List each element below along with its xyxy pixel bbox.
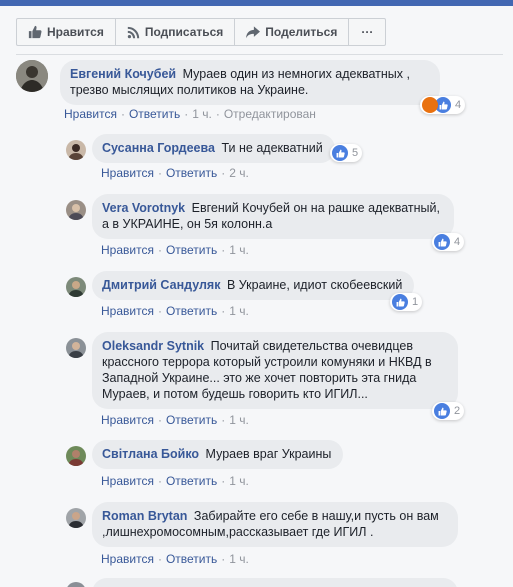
author-name[interactable]: Евгений Кочубей	[70, 67, 176, 81]
like-reaction-icon	[392, 294, 408, 310]
like-link[interactable]: Нравится	[101, 304, 154, 318]
edited-label[interactable]: Отредактирован	[224, 107, 316, 121]
author-name[interactable]: Дмитрий Сандуляк	[102, 278, 220, 292]
comment-meta: Нравится · Ответить · 1 ч.	[101, 474, 249, 488]
comment-meta: Нравится · Ответить · 1 ч.	[101, 413, 249, 427]
reaction-counter[interactable]: 5	[330, 144, 363, 162]
timestamp[interactable]: 1 ч.	[229, 243, 249, 257]
comment-bubble: Евгений Кочубей Мураев один из немногих …	[60, 60, 440, 105]
like-link[interactable]: Нравится	[101, 243, 154, 257]
reaction-counter[interactable]: 2	[432, 402, 465, 420]
comment-text: Ти не адекватний	[221, 141, 323, 155]
comment: Світлана Бойко Мураев враг Украины	[66, 440, 344, 469]
thumbs-up-icon	[28, 25, 42, 39]
reply-link[interactable]: Ответить	[166, 413, 217, 427]
avatar[interactable]	[66, 277, 86, 297]
share-label: Поделиться	[265, 25, 338, 39]
timestamp[interactable]: 1 ч.	[229, 474, 249, 488]
reply-link[interactable]: Ответить	[166, 474, 217, 488]
author-name[interactable]: Vera Vorotnyk	[102, 201, 185, 215]
author-name[interactable]: Сусанна Гордеева	[102, 141, 215, 155]
comment: Roman Brytan Забирайте его себе в нашу,и…	[66, 502, 458, 547]
comment-bubble: Vera Vorotnyk Евгений Кочубей он на рашк…	[92, 194, 454, 239]
reply-link[interactable]: Ответить	[166, 166, 217, 180]
comment-meta: Нравится · Ответить · 1 ч.	[101, 304, 249, 318]
rss-icon	[127, 26, 140, 38]
like-button[interactable]: Нравится	[17, 19, 116, 45]
like-link[interactable]: Нравится	[101, 474, 154, 488]
comment: Oleksandr Sytnik Почитай свидетельства о…	[66, 332, 458, 409]
reply-link[interactable]: Ответить	[166, 552, 217, 566]
angry-reaction-icon	[422, 97, 438, 113]
comment-text: Мураев враг Украины	[205, 447, 332, 461]
reaction-count: 5	[352, 147, 359, 159]
reply-link[interactable]: Ответить	[166, 304, 217, 318]
timestamp[interactable]: 2 ч.	[229, 166, 249, 180]
comment-meta: Нравится · Ответить · 1 ч.	[101, 243, 249, 257]
comment-bubble	[92, 578, 458, 587]
like-reaction-icon	[332, 145, 348, 161]
comment: Vera Vorotnyk Евгений Кочубей он на рашк…	[66, 194, 454, 239]
comment-bubble: Сусанна Гордеева Ти не адекватний	[92, 134, 335, 163]
like-reaction-icon	[434, 234, 450, 250]
comment-text: В Украине, идиот скобеевский	[226, 278, 403, 292]
comment-bubble: Roman Brytan Забирайте его себе в нашу,и…	[92, 502, 458, 547]
reaction-counter[interactable]: 4	[432, 233, 465, 251]
reply-link[interactable]: Ответить	[166, 243, 217, 257]
more-dots-icon: ···	[361, 25, 374, 39]
subscribe-button[interactable]: Подписаться	[116, 19, 236, 45]
author-name[interactable]: Roman Brytan	[102, 509, 187, 523]
comment-meta: Нравится · Ответить · 2 ч.	[101, 166, 249, 180]
share-arrow-icon	[246, 25, 261, 38]
timestamp[interactable]: 1 ч.	[229, 552, 249, 566]
comment-bubble: Світлана Бойко Мураев враг Украины	[92, 440, 344, 469]
subscribe-label: Подписаться	[144, 25, 224, 39]
comment-bubble: Дмитрий Сандуляк В Украине, идиот скобее…	[92, 271, 415, 300]
like-link[interactable]: Нравится	[101, 413, 154, 427]
like-link[interactable]: Нравится	[64, 107, 117, 121]
avatar[interactable]	[66, 446, 86, 466]
avatar[interactable]	[66, 140, 86, 160]
post-action-bar: Нравится Подписаться Поделиться ···	[16, 18, 387, 46]
avatar[interactable]	[66, 508, 86, 528]
reaction-count: 4	[455, 99, 462, 111]
more-options-button[interactable]: ···	[349, 19, 385, 45]
top-bar	[0, 0, 513, 6]
comment: Сусанна Гордеева Ти не адекватний	[66, 134, 335, 163]
reaction-counter[interactable]: 4	[420, 96, 466, 114]
reaction-count: 2	[454, 405, 461, 417]
reply-link[interactable]: Ответить	[129, 107, 180, 121]
reaction-counter[interactable]: 1	[390, 293, 423, 311]
like-link[interactable]: Нравится	[101, 166, 154, 180]
comment: Евгений Кочубей Мураев один из немногих …	[16, 60, 440, 105]
comment-bubble: Oleksandr Sytnik Почитай свидетельства о…	[92, 332, 458, 409]
share-button[interactable]: Поделиться	[235, 19, 350, 45]
divider	[16, 54, 503, 55]
avatar[interactable]	[16, 60, 48, 92]
avatar[interactable]	[66, 582, 86, 587]
comment-meta: Нравится · Ответить · 1 ч.	[101, 552, 249, 566]
like-link[interactable]: Нравится	[101, 552, 154, 566]
comment	[66, 578, 458, 587]
timestamp[interactable]: 1 ч.	[229, 304, 249, 318]
author-name[interactable]: Oleksandr Sytnik	[102, 339, 204, 353]
reaction-count: 4	[454, 236, 461, 248]
timestamp[interactable]: 1 ч.	[229, 413, 249, 427]
reaction-count: 1	[412, 296, 419, 308]
like-label: Нравится	[47, 25, 104, 39]
comment-meta: Нравится · Ответить · 1 ч. · Отредактирован	[64, 107, 316, 121]
like-reaction-icon	[434, 403, 450, 419]
avatar[interactable]	[66, 338, 86, 358]
comment: Дмитрий Сандуляк В Украине, идиот скобее…	[66, 271, 415, 300]
avatar[interactable]	[66, 200, 86, 220]
author-name[interactable]: Світлана Бойко	[102, 447, 199, 461]
timestamp[interactable]: 1 ч.	[192, 107, 212, 121]
